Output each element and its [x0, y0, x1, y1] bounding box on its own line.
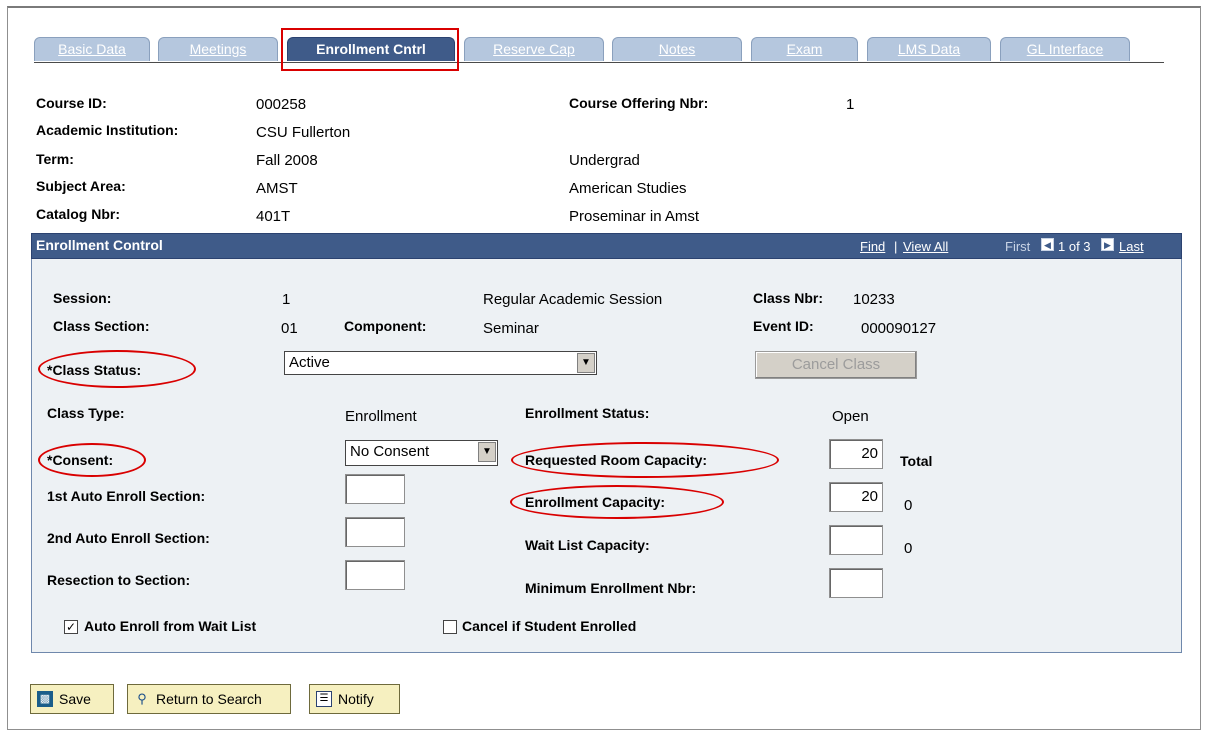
auto-enroll-1-label: 1st Auto Enroll Section: — [47, 488, 206, 504]
floppy-disk-icon: ▩ — [37, 691, 53, 707]
session-value: 1 — [282, 291, 291, 308]
cancel-enrolled-label: Cancel if Student Enrolled — [462, 618, 637, 634]
view-all-link[interactable]: View All — [903, 239, 948, 254]
min-enrollment-label: Minimum Enrollment Nbr: — [525, 580, 697, 596]
catalog-label: Catalog Nbr: — [36, 206, 120, 222]
enrollment-status-label: Enrollment Status: — [525, 405, 650, 421]
previous-icon[interactable]: ◀ — [1041, 238, 1054, 251]
subject-desc: American Studies — [569, 180, 687, 197]
catalog-value: 401T — [256, 208, 291, 225]
auto-enroll-wait-label: Auto Enroll from Wait List — [84, 618, 257, 634]
tab-label: GL Interface — [1026, 41, 1104, 57]
class-section-value: 01 — [281, 320, 298, 337]
career-value: Undergrad — [569, 152, 640, 169]
term-value: Fall 2008 — [256, 152, 318, 169]
return-to-search-button[interactable]: ⚲ Return to Search — [127, 684, 291, 714]
tab-exam[interactable]: Exam — [751, 37, 858, 61]
tab-notes[interactable]: Notes — [612, 37, 742, 61]
dropdown-arrow-icon[interactable]: ▼ — [478, 442, 496, 462]
notify-icon: ☰ — [316, 691, 332, 707]
class-nbr-value: 10233 — [853, 291, 895, 308]
consent-value: No Consent — [350, 443, 430, 460]
tab-meetings[interactable]: Meetings — [158, 37, 278, 61]
tab-baseline — [34, 62, 1164, 63]
cancel-enrolled-checkbox[interactable] — [443, 620, 457, 634]
enrollment-status-value: Open — [832, 408, 869, 425]
class-status-value: Active — [289, 354, 330, 371]
wait-list-total: 0 — [904, 540, 913, 557]
cancel-class-button[interactable]: Cancel Class — [755, 351, 917, 379]
tab-basic-data[interactable]: Basic Data — [34, 37, 150, 61]
notify-label: Notify — [338, 691, 374, 707]
tab-highlight-annotation — [281, 28, 459, 71]
term-label: Term: — [36, 151, 74, 167]
component-label: Component: — [344, 318, 427, 334]
component-value: Seminar — [483, 320, 539, 337]
search-icon: ⚲ — [137, 691, 147, 706]
session-desc: Regular Academic Session — [483, 291, 663, 308]
auto-enroll-2-label: 2nd Auto Enroll Section: — [47, 530, 210, 546]
total-label: Total — [900, 453, 933, 469]
consent-label: *Consent: — [47, 452, 114, 468]
resection-input[interactable] — [345, 560, 405, 590]
class-status-select[interactable]: Active ▼ — [284, 351, 597, 375]
save-label: Save — [59, 691, 91, 707]
class-nbr-label: Class Nbr: — [753, 290, 824, 306]
resection-label: Resection to Section: — [47, 572, 191, 588]
class-type-label: Class Type: — [47, 405, 125, 421]
room-capacity-input[interactable]: 20 — [829, 439, 883, 469]
tab-label: Exam — [786, 41, 823, 57]
consent-select[interactable]: No Consent ▼ — [345, 440, 498, 466]
subject-value: AMST — [256, 180, 298, 197]
institution-label: Academic Institution: — [36, 122, 179, 138]
dropdown-arrow-icon[interactable]: ▼ — [577, 353, 595, 373]
subject-label: Subject Area: — [36, 178, 126, 194]
save-button[interactable]: ▩ Save — [30, 684, 114, 714]
tab-label: Meetings — [189, 41, 247, 57]
return-label: Return to Search — [156, 691, 262, 707]
auto-enroll-wait-checkbox[interactable]: ✓ — [64, 620, 78, 634]
catalog-desc: Proseminar in Amst — [569, 208, 700, 225]
tab-label: LMS Data — [897, 41, 961, 57]
event-id-label: Event ID: — [753, 318, 814, 334]
event-id-value: 000090127 — [861, 320, 937, 337]
tab-label: Basic Data — [58, 41, 126, 57]
wait-list-label: Wait List Capacity: — [525, 537, 650, 553]
page-count: 1 of 3 — [1058, 239, 1091, 254]
find-link[interactable]: Find — [860, 239, 885, 254]
course-offering-value: 1 — [846, 96, 855, 113]
institution-value: CSU Fullerton — [256, 124, 351, 141]
class-type-value: Enrollment — [345, 408, 417, 425]
enrollment-control-header: Enrollment Control Find | View All First… — [31, 233, 1182, 259]
course-offering-label: Course Offering Nbr: — [569, 95, 709, 111]
tab-label: Reserve Cap — [493, 41, 575, 57]
tab-reserve-cap[interactable]: Reserve Cap — [464, 37, 604, 61]
class-section-label: Class Section: — [53, 318, 150, 334]
tab-label: Notes — [658, 41, 696, 57]
next-icon[interactable]: ▶ — [1101, 238, 1114, 251]
room-capacity-label: Requested Room Capacity: — [525, 452, 708, 468]
auto-enroll-1-input[interactable] — [345, 474, 405, 504]
enrollment-capacity-label: Enrollment Capacity: — [525, 494, 666, 510]
first-label: First — [1005, 239, 1031, 254]
class-status-label: *Class Status: — [47, 362, 142, 378]
tab-gl-interface[interactable]: GL Interface — [1000, 37, 1130, 61]
course-id-value: 000258 — [256, 96, 307, 113]
last-link[interactable]: Last — [1119, 239, 1144, 254]
nav-separator: | — [894, 239, 898, 254]
session-label: Session: — [53, 290, 112, 306]
enrollment-capacity-input[interactable]: 20 — [829, 482, 883, 512]
wait-list-input[interactable] — [829, 525, 883, 555]
course-id-label: Course ID: — [36, 95, 107, 111]
panel-title: Enrollment Control — [36, 237, 163, 253]
auto-enroll-2-input[interactable] — [345, 517, 405, 547]
tab-lms-data[interactable]: LMS Data — [867, 37, 991, 61]
enrollment-total: 0 — [904, 497, 913, 514]
notify-button[interactable]: ☰ Notify — [309, 684, 400, 714]
min-enrollment-input[interactable] — [829, 568, 883, 598]
